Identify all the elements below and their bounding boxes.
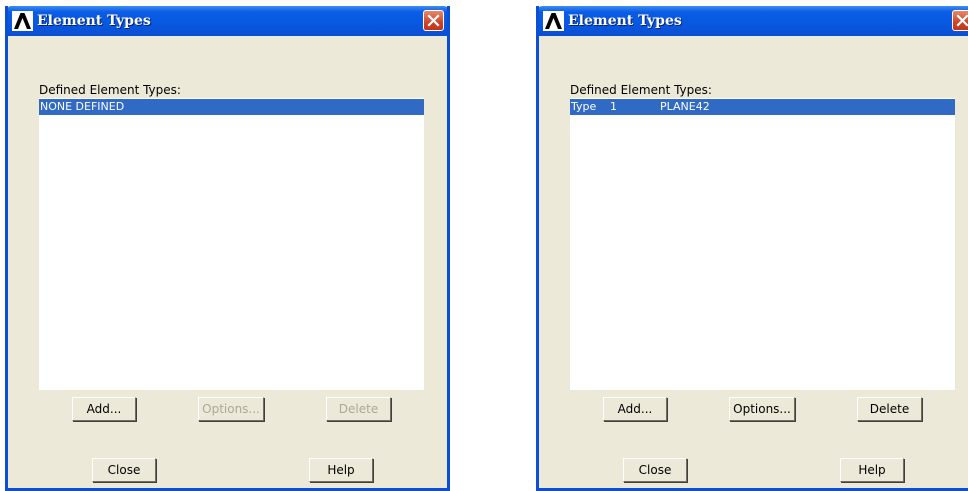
ansys-logo-icon — [543, 11, 564, 31]
defined-element-types-label: Defined Element Types: — [570, 83, 712, 97]
help-button[interactable]: Help — [840, 458, 904, 482]
close-button[interactable]: Close — [623, 458, 687, 482]
ansys-logo-icon — [12, 11, 33, 31]
element-types-dialog-defined: Element Types Defined Element Types: Typ… — [536, 6, 968, 491]
close-window-button[interactable] — [952, 10, 968, 31]
element-types-list[interactable]: Type 1 PLANE42 — [570, 98, 955, 390]
help-button[interactable]: Help — [309, 458, 373, 482]
list-item-text: NONE DEFINED — [40, 100, 125, 113]
add-button[interactable]: Add... — [603, 397, 667, 421]
delete-button: Delete — [326, 397, 391, 421]
element-type-name: PLANE42 — [660, 100, 710, 113]
delete-button[interactable]: Delete — [857, 397, 922, 421]
element-types-dialog-empty: Element Types Defined Element Types: NON… — [5, 6, 450, 491]
title-bar[interactable]: Element Types — [8, 6, 447, 36]
close-button[interactable]: Close — [92, 458, 156, 482]
dialog-title: Element Types — [37, 13, 151, 29]
element-types-list[interactable]: NONE DEFINED — [39, 98, 424, 390]
close-icon — [427, 14, 440, 27]
element-type-number: 1 — [610, 100, 617, 113]
list-item[interactable]: Type 1 PLANE42 — [570, 99, 955, 115]
add-button[interactable]: Add... — [72, 397, 136, 421]
title-bar[interactable]: Element Types — [539, 6, 968, 36]
options-button[interactable]: Options... — [729, 397, 795, 421]
close-icon — [956, 14, 968, 27]
dialog-title: Element Types — [568, 13, 682, 29]
list-item[interactable]: NONE DEFINED — [39, 99, 424, 115]
defined-element-types-label: Defined Element Types: — [39, 83, 181, 97]
close-window-button[interactable] — [423, 10, 444, 31]
element-type-label: Type — [571, 100, 597, 113]
options-button: Options... — [198, 397, 264, 421]
